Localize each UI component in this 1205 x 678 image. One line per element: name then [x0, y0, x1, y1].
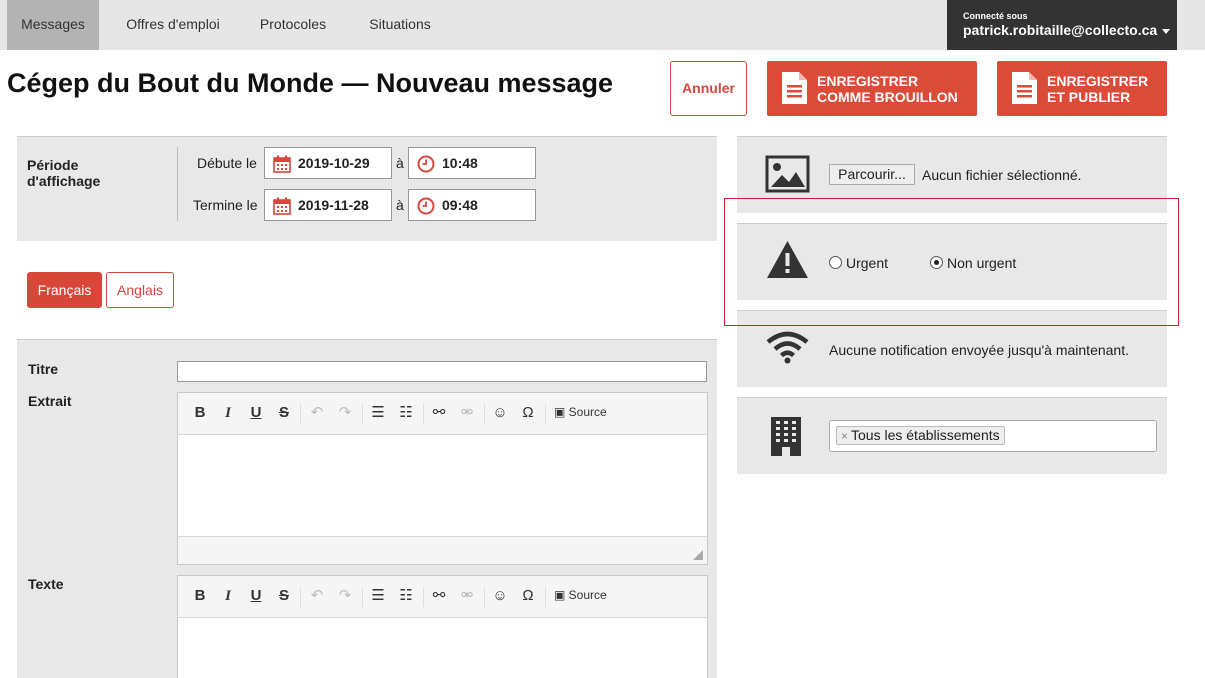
toolbar-separator	[423, 587, 424, 607]
undo-icon[interactable]: ↶	[307, 587, 327, 605]
start-date-value: 2019-10-29	[298, 155, 370, 171]
emoji-icon[interactable]: ☺	[490, 404, 510, 422]
special-character-icon[interactable]: Ω	[518, 404, 538, 422]
document-icon	[1012, 72, 1037, 104]
chevron-down-icon	[1162, 28, 1171, 34]
editor-toolbar: B I U S ↶ ↷ ☰ ☷ ⚯ ⚮ ☺ Ω ▣ Source	[178, 393, 707, 435]
clock-icon	[417, 155, 435, 173]
highlight-box	[724, 198, 1179, 326]
start-label: Débute le	[197, 155, 257, 171]
calendar-icon	[273, 197, 291, 215]
toolbar-separator	[545, 587, 546, 607]
text-label: Texte	[28, 576, 64, 592]
bullet-list-icon[interactable]: ☷	[396, 404, 416, 422]
save-publish-label: ENREGISTRER ET PUBLIER	[1047, 73, 1149, 105]
building-icon	[771, 417, 801, 456]
source-label: Source	[568, 588, 607, 602]
file-status: Aucun fichier sélectionné.	[922, 167, 1082, 183]
save-draft-button[interactable]: ENREGISTRER COMME BROUILLON	[767, 61, 977, 116]
source-button[interactable]: ▣ Source	[554, 588, 607, 602]
tab-french[interactable]: Français	[27, 272, 102, 308]
unlink-icon[interactable]: ⚮	[457, 404, 477, 422]
italic-button[interactable]: I	[218, 404, 238, 422]
undo-icon[interactable]: ↶	[307, 404, 327, 422]
divider	[177, 147, 178, 221]
at-label: à	[396, 197, 404, 213]
tab-situations[interactable]: Situations	[358, 0, 442, 50]
link-icon[interactable]: ⚯	[429, 404, 449, 422]
source-label: Source	[568, 405, 607, 419]
establishment-chip-label: Tous les établissements	[851, 427, 1000, 443]
start-time-value: 10:48	[442, 155, 478, 171]
underline-button[interactable]: U	[246, 587, 266, 605]
toolbar-separator	[362, 404, 363, 424]
bold-button[interactable]: B	[190, 404, 210, 422]
source-button[interactable]: ▣ Source	[554, 405, 607, 419]
toolbar-separator	[300, 404, 301, 424]
toolbar-separator	[484, 587, 485, 607]
start-date-input[interactable]: 2019-10-29	[264, 147, 392, 179]
end-time-value: 09:48	[442, 197, 478, 213]
page-title: Cégep du Bout du Monde — Nouveau message	[7, 68, 614, 98]
establishment-chip: × Tous les établissements	[836, 426, 1005, 445]
image-icon	[765, 155, 810, 193]
user-menu[interactable]: Connecté sous patrick.robitaille@collect…	[947, 0, 1177, 50]
emoji-icon[interactable]: ☺	[490, 587, 510, 605]
redo-icon[interactable]: ↷	[335, 404, 355, 422]
cancel-button[interactable]: Annuler	[670, 61, 747, 116]
browse-button[interactable]: Parcourir...	[829, 164, 915, 185]
tab-protocols[interactable]: Protocoles	[250, 0, 336, 50]
calendar-icon	[273, 155, 291, 173]
start-time-input[interactable]: 10:48	[408, 147, 536, 179]
excerpt-label: Extrait	[28, 393, 72, 409]
clock-icon	[417, 197, 435, 215]
bold-button[interactable]: B	[190, 587, 210, 605]
excerpt-editor[interactable]: B I U S ↶ ↷ ☰ ☷ ⚯ ⚮ ☺ Ω ▣ Source	[177, 392, 708, 565]
toolbar-separator	[362, 587, 363, 607]
text-editor[interactable]: B I U S ↶ ↷ ☰ ☷ ⚯ ⚮ ☺ Ω ▣ Source	[177, 575, 708, 678]
underline-button[interactable]: U	[246, 404, 266, 422]
toolbar-separator	[300, 587, 301, 607]
tab-english[interactable]: Anglais	[106, 272, 174, 308]
remove-icon[interactable]: ×	[841, 429, 848, 443]
document-icon	[782, 72, 807, 104]
end-date-value: 2019-11-28	[298, 197, 369, 213]
save-draft-label: ENREGISTRER COMME BROUILLON	[817, 73, 958, 105]
special-character-icon[interactable]: Ω	[518, 587, 538, 605]
ordered-list-icon[interactable]: ☰	[368, 404, 388, 422]
toolbar-separator	[484, 404, 485, 424]
tab-messages[interactable]: Messages	[7, 0, 99, 50]
link-icon[interactable]: ⚯	[429, 587, 449, 605]
italic-button[interactable]: I	[218, 587, 238, 605]
redo-icon[interactable]: ↷	[335, 587, 355, 605]
wifi-icon	[766, 331, 809, 364]
resize-handle-icon[interactable]	[693, 550, 703, 560]
toolbar-separator	[545, 404, 546, 424]
end-date-input[interactable]: 2019-11-28	[264, 189, 392, 221]
tab-job-offers[interactable]: Offres d'emploi	[117, 0, 229, 50]
establishments-select[interactable]: × Tous les établissements	[829, 420, 1157, 452]
title-label: Titre	[28, 361, 59, 377]
top-navigation: Messages Offres d'emploi Protocoles Situ…	[0, 0, 1205, 50]
end-label: Termine le	[193, 197, 258, 213]
strikethrough-button[interactable]: S	[274, 587, 294, 605]
connected-label: Connecté sous	[963, 11, 1028, 21]
unlink-icon[interactable]: ⚮	[457, 587, 477, 605]
save-publish-button[interactable]: ENREGISTRER ET PUBLIER	[997, 61, 1167, 116]
title-input[interactable]	[177, 361, 707, 382]
ordered-list-icon[interactable]: ☰	[368, 587, 388, 605]
at-label: à	[396, 155, 404, 171]
source-icon: ▣	[554, 405, 569, 419]
editor-toolbar: B I U S ↶ ↷ ☰ ☷ ⚯ ⚮ ☺ Ω ▣ Source	[178, 576, 707, 618]
editor-status-bar	[178, 536, 707, 564]
end-time-input[interactable]: 09:48	[408, 189, 536, 221]
notification-status: Aucune notification envoyée jusqu'à main…	[829, 342, 1129, 358]
source-icon: ▣	[554, 588, 569, 602]
toolbar-separator	[423, 404, 424, 424]
user-email: patrick.robitaille@collecto.ca	[963, 22, 1158, 38]
display-period-label: Période d'affichage	[27, 157, 101, 189]
strikethrough-button[interactable]: S	[274, 404, 294, 422]
bullet-list-icon[interactable]: ☷	[396, 587, 416, 605]
